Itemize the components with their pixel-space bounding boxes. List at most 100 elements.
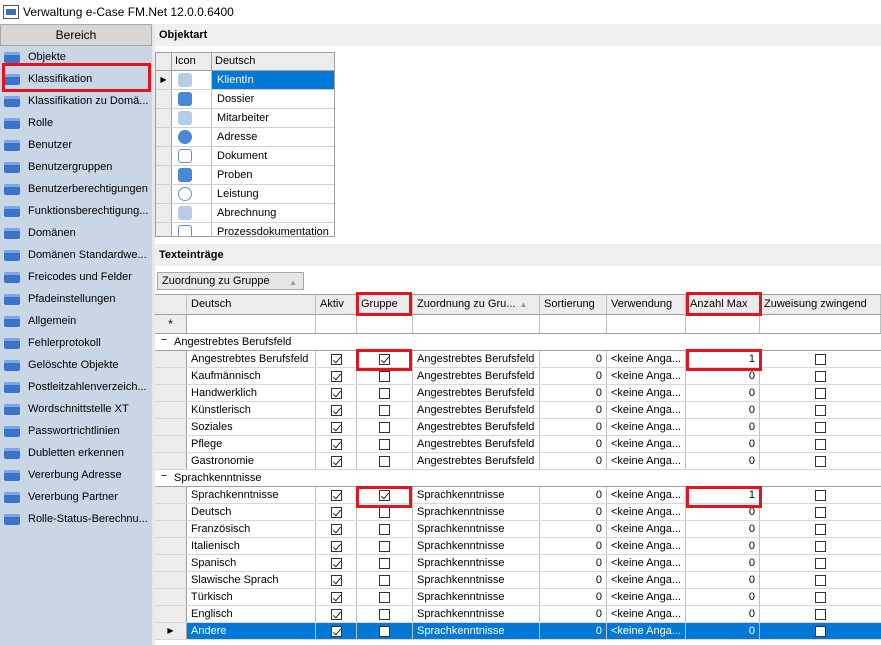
zwingend-checkbox[interactable] [815, 608, 826, 620]
gruppe-checkbox[interactable] [379, 557, 390, 569]
new-row-cell[interactable] [187, 315, 316, 333]
zwingend-checkbox[interactable] [815, 455, 826, 467]
gruppe-checkbox[interactable] [379, 370, 390, 382]
gruppe-cell[interactable] [357, 504, 413, 520]
gruppe-checkbox[interactable] [379, 625, 390, 637]
sidebar-item[interactable]: Klassifikation zu Domä... [0, 90, 152, 112]
sidebar-item[interactable]: Rolle-Status-Berechnu... [0, 508, 152, 530]
zuordnung-cell[interactable]: Angestrebtes Berufsfeld [413, 453, 540, 469]
gruppe-checkbox[interactable] [379, 421, 390, 433]
table-row[interactable]: Pflege Angestrebtes Berufsfeld 0 <keine Ang… [155, 436, 881, 453]
objektart-row[interactable]: Proben [156, 166, 334, 185]
zuordnung-cell[interactable]: Sprachkenntnisse [413, 572, 540, 588]
new-row-cell[interactable] [760, 315, 881, 333]
sortierung-cell[interactable]: 0 [540, 385, 607, 401]
table-row[interactable]: Englisch Sprachkenntnisse 0 <keine Anga... 0 [155, 606, 881, 623]
row-selector[interactable] [156, 204, 172, 222]
anzahl-max-cell[interactable]: 0 [686, 521, 760, 537]
aktiv-checkbox[interactable] [330, 591, 342, 603]
zuordnung-cell[interactable]: Angestrebtes Berufsfeld [413, 402, 540, 418]
table-row[interactable]: Französisch Sprachkenntnisse 0 <keine Anga.… [155, 521, 881, 538]
zuweisung-zwingend-cell[interactable] [760, 453, 881, 469]
sortierung-cell[interactable]: 0 [540, 555, 607, 571]
aktiv-cell[interactable] [316, 487, 357, 503]
gruppe-cell[interactable] [357, 453, 413, 469]
new-row-cell[interactable] [357, 315, 413, 333]
aktiv-cell[interactable] [316, 351, 357, 367]
verwendung-cell[interactable]: <keine Anga... [607, 555, 686, 571]
table-row[interactable]: Türkisch Sprachkenntnisse 0 <keine Anga... 0 [155, 589, 881, 606]
zwingend-checkbox[interactable] [815, 557, 826, 569]
sidebar-item[interactable]: Benutzer [0, 134, 152, 156]
row-selector[interactable] [155, 368, 187, 384]
aktiv-checkbox[interactable] [330, 438, 342, 450]
deutsch-cell[interactable]: Spanisch [187, 555, 316, 571]
aktiv-checkbox[interactable] [330, 625, 342, 637]
zuordnung-cell[interactable]: Angestrebtes Berufsfeld [413, 385, 540, 401]
aktiv-cell[interactable] [316, 436, 357, 452]
gruppe-checkbox[interactable] [379, 387, 390, 399]
deutsch-cell[interactable]: Andere [187, 623, 316, 639]
gruppe-checkbox[interactable] [379, 540, 390, 552]
column-header-anzahl-max[interactable]: Anzahl Max [686, 295, 760, 314]
objektart-row[interactable]: Mitarbeiter [156, 109, 334, 128]
deutsch-cell[interactable]: Slawische Sprach [187, 572, 316, 588]
zuweisung-zwingend-cell[interactable] [760, 436, 881, 452]
sidebar-item[interactable]: Postleitzahlenverzeich... [0, 376, 152, 398]
zwingend-checkbox[interactable] [815, 625, 826, 637]
row-selector[interactable] [155, 589, 187, 605]
zwingend-checkbox[interactable] [815, 404, 826, 416]
zwingend-checkbox[interactable] [815, 489, 826, 501]
zuordnung-cell[interactable]: Angestrebtes Berufsfeld [413, 419, 540, 435]
new-row-cell[interactable] [540, 315, 607, 333]
verwendung-cell[interactable]: <keine Anga... [607, 623, 686, 639]
gruppe-checkbox[interactable] [379, 574, 390, 586]
zuordnung-cell[interactable]: Sprachkenntnisse [413, 487, 540, 503]
new-row-cell[interactable] [413, 315, 540, 333]
new-row-cell[interactable] [607, 315, 686, 333]
zuordnung-cell[interactable]: Angestrebtes Berufsfeld [413, 351, 540, 367]
zuweisung-zwingend-cell[interactable] [760, 521, 881, 537]
column-header-gruppe[interactable]: Gruppe [357, 295, 413, 314]
zwingend-checkbox[interactable] [815, 438, 826, 450]
row-selector[interactable] [155, 504, 187, 520]
aktiv-cell[interactable] [316, 572, 357, 588]
anzahl-max-cell[interactable]: 0 [686, 589, 760, 605]
deutsch-cell[interactable]: Gastronomie [187, 453, 316, 469]
sidebar-item[interactable]: Wordschnittstelle XT [0, 398, 152, 420]
sortierung-cell[interactable]: 0 [540, 487, 607, 503]
sortierung-cell[interactable]: 0 [540, 419, 607, 435]
sidebar-item[interactable]: Klassifikation [0, 68, 152, 90]
verwendung-cell[interactable]: <keine Anga... [607, 504, 686, 520]
aktiv-checkbox[interactable] [330, 353, 342, 365]
aktiv-cell[interactable] [316, 453, 357, 469]
zuweisung-zwingend-cell[interactable] [760, 555, 881, 571]
table-row[interactable]: Deutsch Sprachkenntnisse 0 <keine Anga... 0 [155, 504, 881, 521]
zuweisung-zwingend-cell[interactable] [760, 504, 881, 520]
deutsch-cell[interactable]: Angestrebtes Berufsfeld [187, 351, 316, 367]
sidebar-item[interactable]: Dubletten erkennen [0, 442, 152, 464]
gruppe-checkbox[interactable] [379, 608, 390, 620]
row-selector[interactable] [155, 572, 187, 588]
anzahl-max-cell[interactable]: 0 [686, 555, 760, 571]
sidebar-item[interactable]: Freicodes und Felder [0, 266, 152, 288]
objektart-row[interactable]: ▶ KlientIn [156, 71, 334, 90]
anzahl-max-cell[interactable]: 1 [686, 487, 760, 503]
zuordnung-cell[interactable]: Sprachkenntnisse [413, 521, 540, 537]
gruppe-cell[interactable] [357, 402, 413, 418]
gruppe-cell[interactable] [357, 487, 413, 503]
new-row-cell[interactable] [686, 315, 760, 333]
zuweisung-zwingend-cell[interactable] [760, 419, 881, 435]
zwingend-checkbox[interactable] [815, 540, 826, 552]
gruppe-checkbox[interactable] [379, 591, 390, 603]
aktiv-checkbox[interactable] [330, 608, 342, 620]
row-selector[interactable] [155, 453, 187, 469]
aktiv-cell[interactable] [316, 589, 357, 605]
sidebar-item[interactable]: Benutzerberechtigungen [0, 178, 152, 200]
zuweisung-zwingend-cell[interactable] [760, 538, 881, 554]
zuweisung-zwingend-cell[interactable] [760, 402, 881, 418]
sidebar-item[interactable]: Passwortrichtlinien [0, 420, 152, 442]
sidebar-item[interactable]: Domänen [0, 222, 152, 244]
row-selector[interactable] [155, 487, 187, 503]
row-selector[interactable] [155, 436, 187, 452]
